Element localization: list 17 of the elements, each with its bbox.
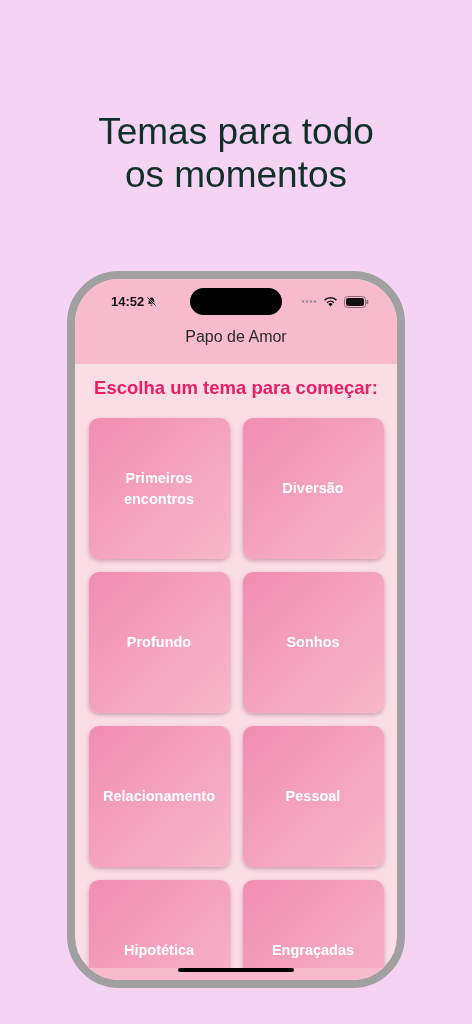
headline: Temas para todo os momentos bbox=[98, 110, 374, 196]
theme-card[interactable]: Diversão bbox=[242, 418, 384, 559]
theme-card[interactable]: Pessoal bbox=[242, 726, 384, 867]
theme-card[interactable]: Relacionamento bbox=[88, 726, 230, 867]
theme-card[interactable]: Primeiros encontros bbox=[88, 418, 230, 559]
wifi-icon bbox=[323, 296, 338, 307]
muted-bell-icon bbox=[146, 296, 158, 307]
app-title: Papo de Amor bbox=[184, 328, 288, 346]
signal-icon bbox=[301, 300, 317, 303]
theme-card[interactable]: Sonhos bbox=[242, 572, 384, 713]
prompt-heading: Escolha um tema para começar: bbox=[94, 377, 378, 399]
home-indicator[interactable] bbox=[178, 968, 294, 972]
theme-card[interactable]: Hipotética bbox=[88, 880, 230, 968]
status-time: 14:52 bbox=[111, 294, 145, 309]
theme-card[interactable]: Profundo bbox=[88, 572, 230, 713]
battery-icon bbox=[344, 295, 369, 308]
theme-card[interactable]: Engraçadas bbox=[242, 880, 384, 968]
